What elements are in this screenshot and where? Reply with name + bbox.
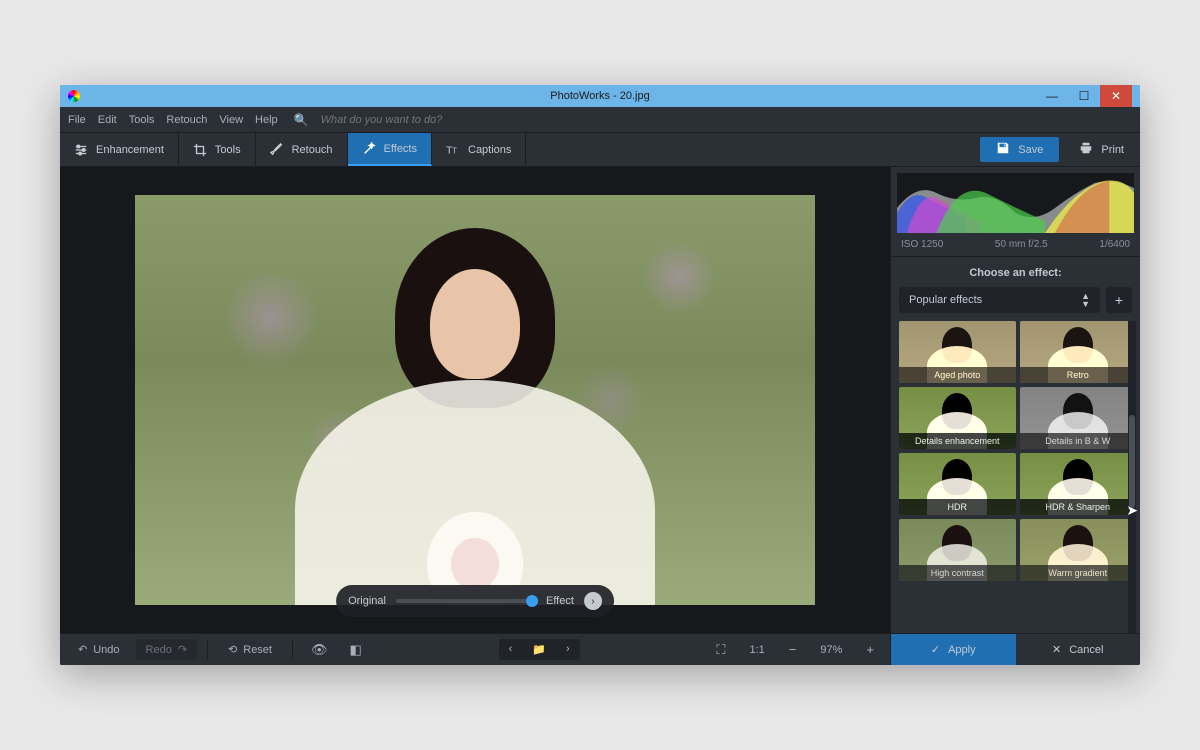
effect-hdr[interactable]: HDR (899, 453, 1016, 515)
shutter-value: 1/6400 (1099, 239, 1130, 250)
slider-left-label: Original (348, 595, 386, 607)
canvas-viewport[interactable]: Original Effect › (60, 167, 890, 633)
app-window: PhotoWorks - 20.jpg — ☐ ✕ File Edit Tool… (60, 85, 1140, 665)
effect-high-contrast[interactable]: High contrast (899, 519, 1016, 581)
effects-panel-title: Choose an effect: (891, 256, 1140, 287)
tab-label: Effects (384, 143, 417, 155)
tab-label: Captions (468, 144, 511, 156)
category-label: Popular effects (909, 294, 982, 306)
sliders-icon (74, 143, 88, 157)
tab-retouch[interactable]: Retouch (256, 133, 348, 166)
svg-text:T: T (452, 146, 457, 155)
file-nav: ‹ 📁 › (499, 639, 580, 660)
check-icon: ✓ (931, 643, 940, 656)
menu-file[interactable]: File (68, 114, 86, 126)
zoom-out-button[interactable]: − (781, 638, 805, 661)
close-icon: ✕ (1052, 643, 1061, 656)
effect-aged-photo[interactable]: Aged photo (899, 321, 1016, 383)
slider-thumb[interactable] (526, 595, 538, 607)
apply-button[interactable]: ✓ Apply (891, 634, 1016, 665)
save-icon (996, 141, 1010, 158)
undo-icon: ↶ (78, 643, 87, 656)
preview-toggle-icon[interactable]: 👁 (303, 638, 336, 662)
tab-tools[interactable]: Tools (179, 133, 256, 166)
fit-screen-button[interactable]: ⛶ (708, 638, 733, 662)
wand-icon (362, 142, 376, 156)
lens-value: 50 mm f/2.5 (995, 239, 1048, 250)
minimize-button[interactable]: — (1036, 85, 1068, 107)
effect-category-select[interactable]: Popular effects ▲▼ (899, 287, 1100, 313)
actual-size-button[interactable]: 1:1 (740, 640, 775, 660)
menu-tools[interactable]: Tools (129, 114, 155, 126)
menu-edit[interactable]: Edit (98, 114, 117, 126)
print-label: Print (1101, 144, 1124, 156)
text-icon: TT (446, 143, 460, 157)
tab-enhancement[interactable]: Enhancement (60, 133, 179, 166)
brush-icon (270, 143, 284, 157)
tab-label: Tools (215, 144, 241, 156)
chevron-updown-icon: ▲▼ (1081, 292, 1090, 308)
prev-file-button[interactable]: ‹ (499, 639, 523, 660)
menu-help[interactable]: Help (255, 114, 278, 126)
effects-scrollbar[interactable] (1128, 321, 1136, 633)
open-folder-button[interactable]: 📁 (522, 639, 556, 660)
redo-label: Redo (146, 644, 172, 656)
reset-icon: ⟲ (228, 643, 237, 656)
reset-label: Reset (243, 644, 272, 656)
main-area: Original Effect › ↶ Undo Redo ↷ (60, 167, 1140, 665)
reset-button[interactable]: ⟲ Reset (218, 639, 282, 660)
zoom-in-button[interactable]: + (858, 638, 882, 661)
image-metadata: ISO 1250 50 mm f/2.5 1/6400 (891, 233, 1140, 256)
menu-retouch[interactable]: Retouch (166, 114, 207, 126)
photo-preview (135, 195, 815, 605)
window-title: PhotoWorks - 20.jpg (550, 90, 649, 102)
histogram (897, 173, 1134, 233)
compare-slider[interactable]: Original Effect › (336, 585, 614, 617)
redo-icon: ↷ (178, 643, 187, 656)
menu-view[interactable]: View (219, 114, 243, 126)
slider-right-label: Effect (546, 595, 574, 607)
effect-details-bw[interactable]: Details in B & W (1020, 387, 1137, 449)
maximize-button[interactable]: ☐ (1068, 85, 1100, 107)
toolbar: Enhancement Tools Retouch Effects TT Cap… (60, 133, 1140, 167)
slider-track[interactable] (396, 599, 536, 603)
menubar: File Edit Tools Retouch View Help 🔍 (60, 107, 1140, 133)
undo-button[interactable]: ↶ Undo (68, 639, 130, 660)
effect-warm-gradient[interactable]: Warm gradient (1020, 519, 1137, 581)
search-icon: 🔍 (294, 113, 309, 127)
crop-icon (193, 143, 207, 157)
scrollbar-thumb[interactable] (1129, 415, 1135, 509)
tab-captions[interactable]: TT Captions (432, 133, 526, 166)
slider-next-icon[interactable]: › (584, 592, 602, 610)
apply-label: Apply (948, 644, 976, 656)
iso-value: ISO 1250 (901, 239, 943, 250)
close-button[interactable]: ✕ (1100, 85, 1132, 107)
zoom-value[interactable]: 97% (810, 640, 852, 660)
redo-button[interactable]: Redo ↷ (136, 639, 198, 660)
save-button[interactable]: Save (980, 137, 1059, 162)
side-panel: ISO 1250 50 mm f/2.5 1/6400 Choose an ef… (890, 167, 1140, 665)
tab-effects[interactable]: Effects (348, 133, 432, 166)
search-input[interactable] (321, 114, 481, 126)
cancel-label: Cancel (1069, 644, 1103, 656)
effect-details-enhancement[interactable]: Details enhancement (899, 387, 1016, 449)
print-button[interactable]: Print (1063, 133, 1140, 166)
bottombar: ↶ Undo Redo ↷ ⟲ Reset 👁 ◧ ‹ 📁 (60, 633, 890, 665)
print-icon (1079, 141, 1093, 158)
effect-retro[interactable]: Retro (1020, 321, 1137, 383)
add-effect-button[interactable]: + (1106, 287, 1132, 313)
effect-hdr-sharpen[interactable]: HDR & Sharpen (1020, 453, 1137, 515)
titlebar: PhotoWorks - 20.jpg — ☐ ✕ (60, 85, 1140, 107)
cancel-button[interactable]: ✕ Cancel (1016, 634, 1141, 665)
effects-actions: ✓ Apply ✕ Cancel (891, 633, 1140, 665)
compare-icon[interactable]: ◧ (342, 638, 370, 662)
tab-label: Enhancement (96, 144, 164, 156)
next-file-button[interactable]: › (556, 639, 580, 660)
effects-grid: Aged photo Retro Details enhancement Det… (891, 321, 1140, 633)
canvas-area: Original Effect › ↶ Undo Redo ↷ (60, 167, 890, 665)
undo-label: Undo (93, 644, 119, 656)
app-logo-icon (68, 90, 80, 102)
save-label: Save (1018, 144, 1043, 156)
tab-label: Retouch (292, 144, 333, 156)
